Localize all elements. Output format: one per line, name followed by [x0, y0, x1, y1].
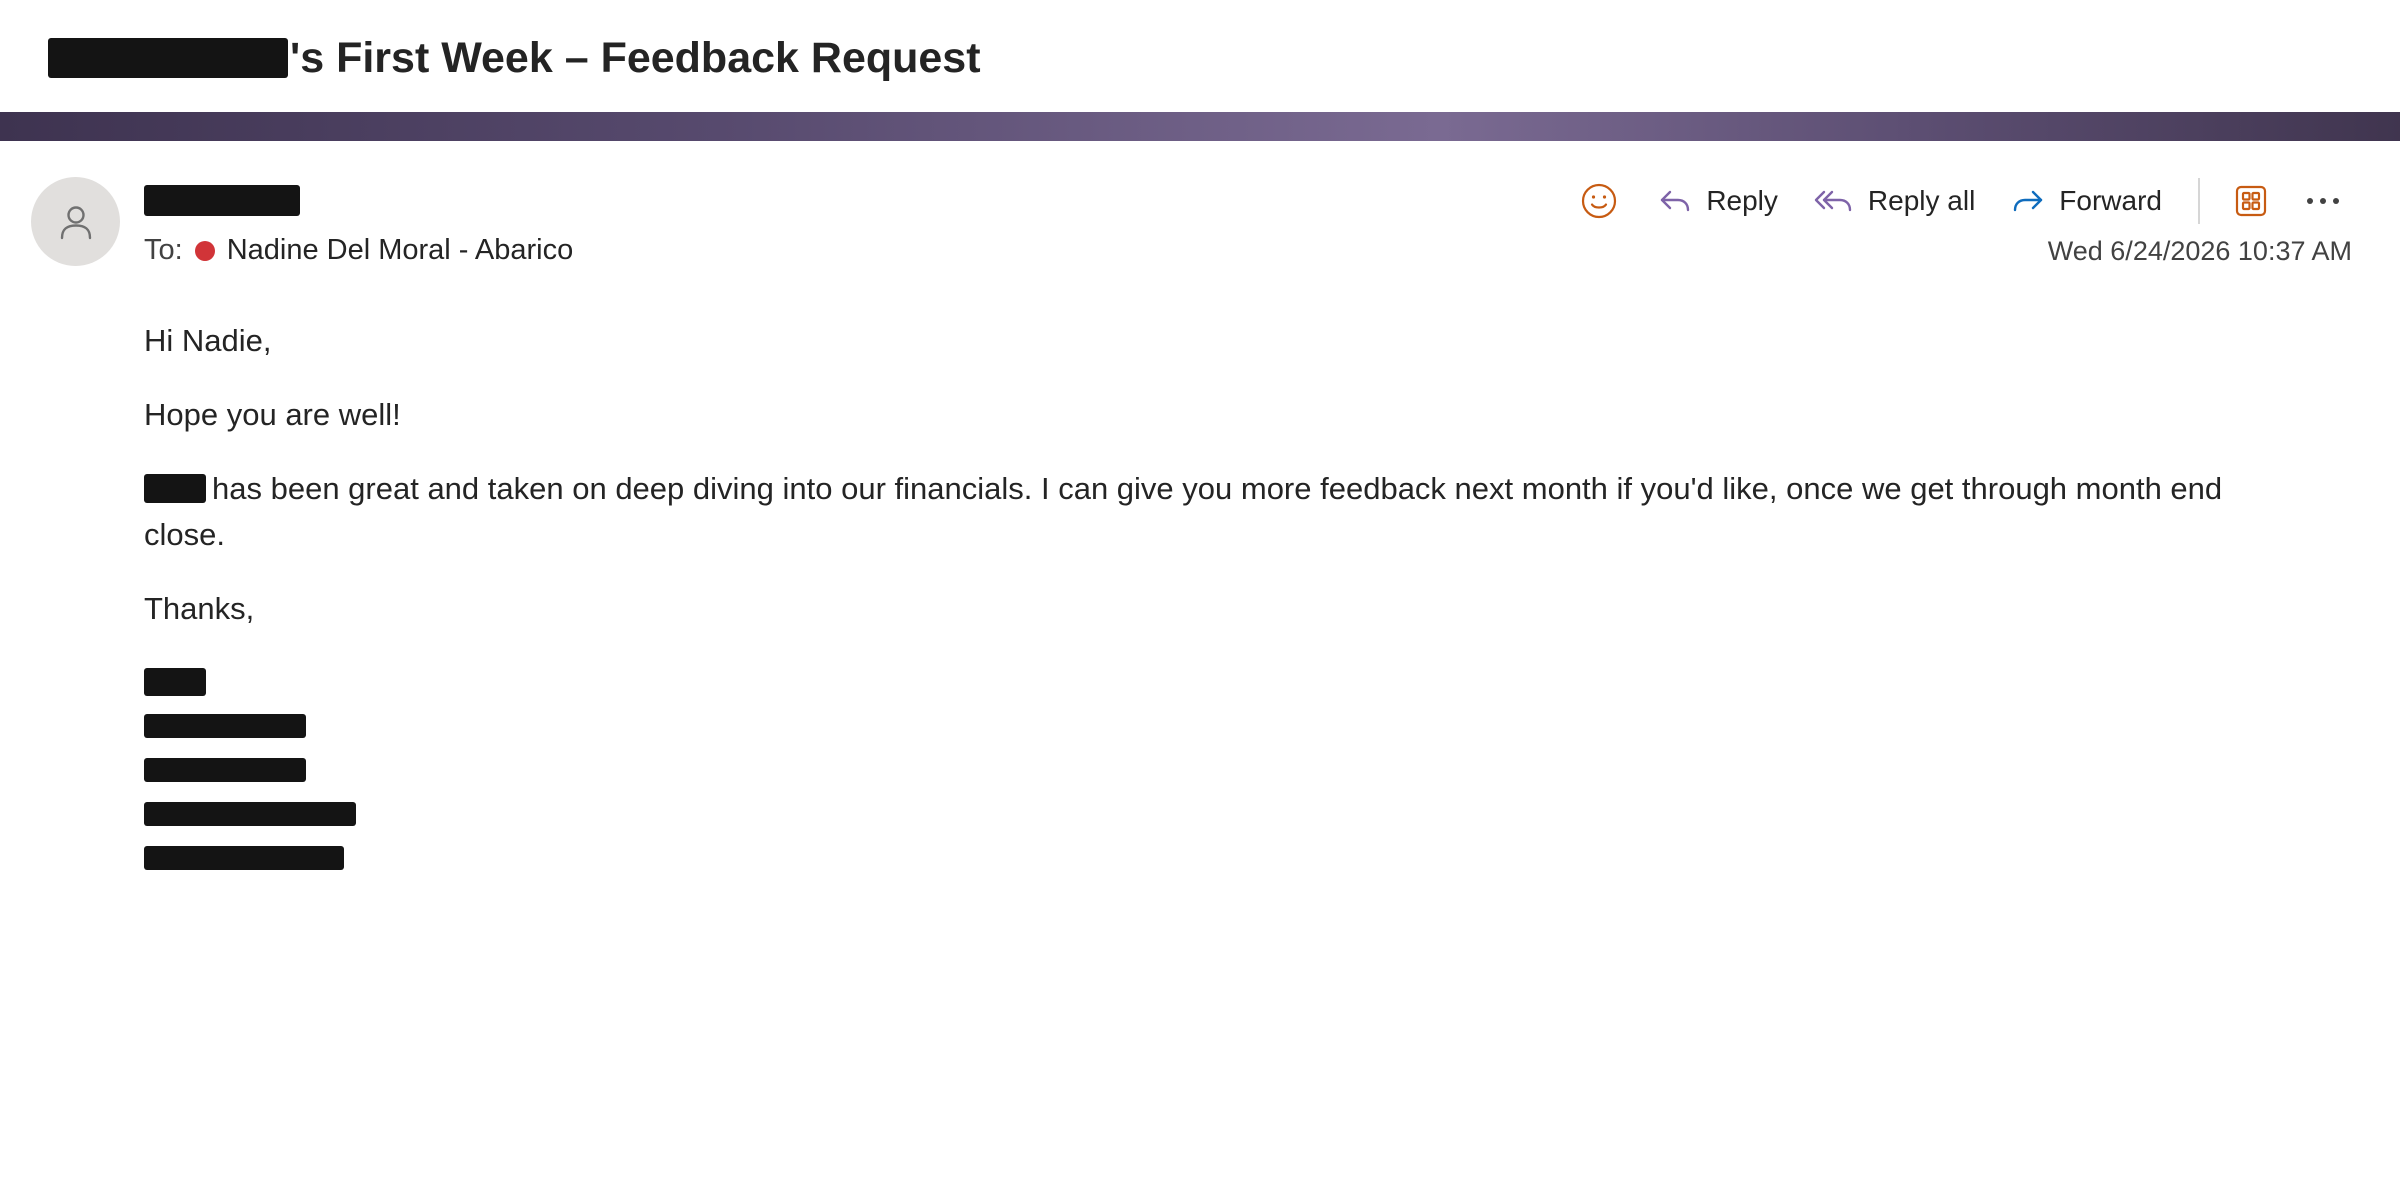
redacted-signature	[144, 802, 356, 826]
reply-all-button[interactable]: Reply all	[1802, 175, 1987, 227]
signature-line	[144, 704, 2234, 748]
reply-button[interactable]: Reply	[1646, 175, 1790, 227]
reply-all-icon	[1814, 190, 1852, 212]
forward-icon	[2014, 190, 2043, 212]
recipient-line: To: Nadine Del Moral - Abarico	[144, 234, 573, 267]
emoji-reaction-button[interactable]	[1568, 175, 1630, 227]
header-band	[0, 112, 2400, 141]
redacted-signature	[144, 668, 206, 696]
more-icon	[2307, 198, 2339, 204]
sender-name[interactable]	[144, 185, 300, 216]
redacted-sender	[144, 185, 300, 216]
closing: Thanks,	[144, 591, 255, 626]
more-actions-button[interactable]	[2294, 175, 2352, 227]
apps-icon	[2235, 185, 2267, 217]
subject-text: 's First Week – Feedback Request	[290, 33, 981, 82]
emoji-icon	[1582, 183, 1617, 219]
sent-timestamp: Wed 6/24/2026 10:37 AM	[2047, 236, 2352, 266]
signature-line	[144, 660, 2234, 704]
redacted-name	[48, 38, 288, 78]
reply-icon	[1661, 190, 1690, 212]
signature-line	[144, 748, 2234, 792]
to-label: To:	[144, 234, 183, 266]
message-toolbar: Reply Reply all Forward	[1568, 175, 2352, 227]
reply-all-label: Reply all	[1867, 185, 1976, 216]
redacted-signature	[144, 758, 306, 782]
recipient-name[interactable]: Nadine Del Moral - Abarico	[227, 234, 574, 267]
presence-busy-icon	[194, 240, 215, 261]
signature-line	[144, 792, 2234, 836]
redacted-name	[144, 474, 206, 504]
email-subject: 's First Week – Feedback Request	[48, 28, 981, 88]
redacted-signature	[144, 714, 306, 738]
toolbar-divider	[2198, 178, 2200, 224]
body-line-2: has been great and taken on deep diving …	[144, 466, 2234, 558]
email-reading-pane: 's First Week – Feedback Request To: Nad…	[0, 0, 2400, 1200]
reply-label: Reply	[1706, 185, 1778, 216]
body-line-2-text: has been great and taken on deep diving …	[144, 471, 2223, 552]
message-body: Hi Nadie, Hope you are well! has been gr…	[144, 318, 2234, 880]
redacted-signature	[144, 846, 344, 870]
greeting: Hi Nadie,	[144, 323, 272, 358]
person-icon	[60, 205, 91, 239]
forward-button[interactable]: Forward	[1999, 175, 2174, 227]
signature-block	[144, 660, 2234, 880]
apps-button[interactable]	[2222, 175, 2280, 227]
body-line-1: Hope you are well!	[144, 397, 401, 432]
signature-line	[144, 836, 2234, 880]
forward-label: Forward	[2059, 185, 2162, 216]
sender-avatar[interactable]	[31, 177, 120, 266]
